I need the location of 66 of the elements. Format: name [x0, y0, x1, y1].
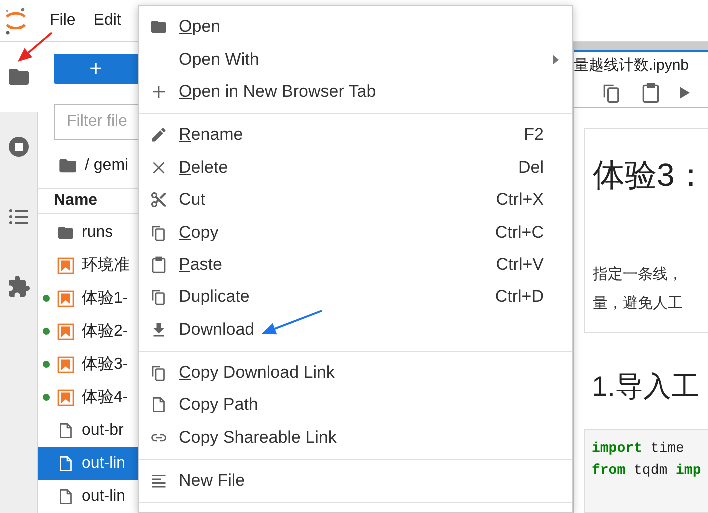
sidebar-tab[interactable]: [0, 42, 38, 112]
context-menu-item[interactable]: Delete Del: [139, 152, 572, 184]
context-menu-item[interactable]: Download: [139, 314, 572, 346]
file-row[interactable]: 体验2-: [38, 315, 138, 348]
new-launcher-button[interactable]: +: [54, 54, 138, 84]
file-name: 体验3-: [82, 355, 128, 375]
file-row[interactable]: out-lin: [38, 447, 138, 480]
stop-circle-icon: [6, 135, 30, 159]
context-menu-item[interactable]: Cut Ctrl+X: [139, 184, 572, 216]
markdown-text-line: 指定一条线，: [593, 265, 684, 285]
notebook-icon: [57, 290, 75, 308]
markdown-text-line: 量，避免人工: [593, 294, 684, 314]
file-row[interactable]: 体验1-: [38, 282, 138, 315]
context-menu-item[interactable]: Copy Download Link: [139, 356, 572, 390]
context-menu-item[interactable]: Paste Ctrl+V: [139, 248, 572, 282]
notebook-icon: [57, 356, 75, 374]
context-menu-item[interactable]: Open: [139, 11, 572, 44]
file-row[interactable]: runs: [38, 216, 138, 249]
notebook-tab[interactable]: 量越线计数.ipynb: [574, 56, 690, 76]
code-cell[interactable]: import time from tqdm imp: [584, 429, 708, 513]
file-name: 体验2-: [82, 322, 128, 342]
menu-item[interactable]: Edit: [84, 8, 130, 32]
clipboard-icon: [150, 256, 168, 274]
scissors-icon: [150, 191, 168, 210]
context-menu-item[interactable]: Rename F2: [139, 119, 572, 152]
context-menu-item[interactable]: Copy Shareable Link: [139, 422, 572, 454]
file-row[interactable]: 环境准: [38, 249, 138, 282]
notebook-icon: [57, 322, 75, 340]
notebook-icon: [57, 256, 75, 274]
section-heading: 1.导入工: [592, 370, 700, 404]
puzzle-piece-icon: [6, 275, 30, 299]
run-icon[interactable]: [679, 86, 691, 100]
file-row[interactable]: out-br: [38, 414, 138, 447]
file-name: 体验1-: [82, 289, 128, 309]
file-row[interactable]: 体验4-: [38, 381, 138, 414]
file-icon: [57, 422, 75, 440]
context-menu-item[interactable]: Open in New Browser Tab: [139, 76, 572, 108]
menu-item[interactable]: File: [41, 8, 85, 32]
file-icon: [57, 454, 75, 472]
context-menu-item[interactable]: Copy Path: [139, 389, 572, 422]
file-name: out-lin: [82, 488, 126, 506]
file-row[interactable]: 体验3-: [38, 348, 138, 381]
file-name: out-br: [82, 422, 124, 440]
text-lines-icon: [150, 472, 168, 490]
clipboard-icon[interactable]: [640, 82, 662, 104]
filter-field[interactable]: Filter file: [54, 104, 138, 140]
copy-icon: [150, 364, 168, 382]
copy-icon: [150, 224, 168, 242]
logo-icon[interactable]: [4, 6, 28, 36]
file-icon: [57, 488, 75, 506]
context-menu-item[interactable]: Open With: [139, 43, 572, 76]
file-name: out-lin: [82, 454, 126, 472]
context-menu-item[interactable]: Copy Ctrl+C: [139, 216, 572, 249]
context-menu-item[interactable]: New File: [139, 465, 572, 498]
file-name: 环境准: [82, 256, 130, 276]
context-menu-item[interactable]: Duplicate Ctrl+D: [139, 281, 572, 314]
copy-icon: [150, 288, 168, 306]
breadcrumb-path[interactable]: / gemi: [85, 157, 129, 175]
file-name: 体验4-: [82, 388, 128, 408]
file-name: runs: [82, 224, 114, 242]
pencil-icon: [150, 126, 168, 144]
notebook-icon: [57, 388, 75, 406]
file-icon: [150, 396, 168, 414]
notebook-heading: 体验3：: [593, 156, 708, 195]
name-column-header[interactable]: Name: [54, 192, 98, 210]
file-row[interactable]: out-lin: [38, 480, 138, 513]
